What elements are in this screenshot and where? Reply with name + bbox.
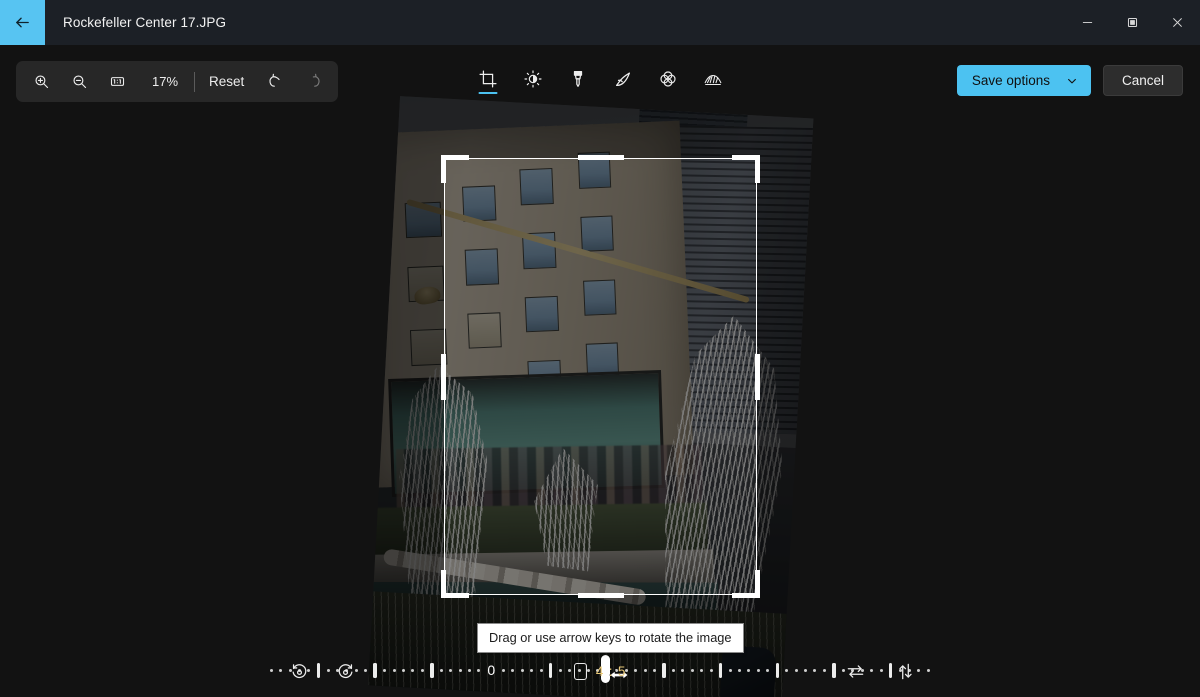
erase-icon <box>659 71 676 87</box>
maximize-icon <box>1127 17 1138 28</box>
flip-vertical-button[interactable] <box>888 654 922 688</box>
cancel-button[interactable]: Cancel <box>1102 65 1183 96</box>
crop-handle-bottom-left[interactable] <box>441 570 446 598</box>
portrait-rectangle-icon <box>573 662 587 680</box>
crop-handle-right[interactable] <box>755 353 760 400</box>
crop-handle-left[interactable] <box>441 353 446 400</box>
crop-selection-box[interactable] <box>441 155 760 598</box>
back-button[interactable] <box>0 0 45 45</box>
crop-handle-top-left[interactable] <box>441 155 446 183</box>
tab-active-indicator <box>478 91 497 94</box>
save-options-button[interactable]: Save options <box>956 65 1091 96</box>
window-controls <box>1065 0 1200 45</box>
minimize-button[interactable] <box>1065 0 1110 45</box>
crop-bottom-bar: 4 : 5 <box>0 645 1200 697</box>
flip-vertical-icon <box>898 663 912 679</box>
tab-markup[interactable] <box>563 60 592 100</box>
minimize-icon <box>1082 22 1093 23</box>
flip-horizontal-button[interactable] <box>838 654 872 688</box>
tab-crop[interactable] <box>473 60 502 100</box>
flip-buttons <box>838 654 922 688</box>
crop-handle-top-right[interactable] <box>755 155 760 183</box>
crop-handle-top[interactable] <box>577 155 624 160</box>
pen-eraser-icon <box>615 72 630 86</box>
crop-icon <box>478 70 497 88</box>
marker-icon <box>573 71 582 87</box>
photo-editor-window: Rockefeller Center 17.JPG Drag or use ar… <box>0 0 1200 697</box>
aspect-ratio-button[interactable]: 4 : 5 <box>564 658 636 685</box>
action-buttons: Save options Cancel <box>956 65 1183 96</box>
tab-adjustment[interactable] <box>518 60 547 100</box>
crop-shade-right <box>756 159 1200 594</box>
brightness-icon <box>523 70 542 88</box>
aspect-ratio-control: 4 : 5 <box>0 658 1200 685</box>
save-options-chevron[interactable] <box>1066 75 1078 87</box>
close-icon <box>1173 18 1182 27</box>
background-icon <box>704 74 721 86</box>
title-bar: Rockefeller Center 17.JPG <box>0 0 1200 45</box>
aspect-ratio-value: 4 : 5 <box>595 663 627 679</box>
tab-retouch[interactable] <box>608 60 637 100</box>
maximize-button[interactable] <box>1110 0 1155 45</box>
back-arrow-icon <box>16 17 29 28</box>
crop-handle-bottom-right[interactable] <box>755 570 760 598</box>
flip-horizontal-icon <box>847 664 863 678</box>
save-options-label: Save options <box>971 73 1050 88</box>
window-title: Rockefeller Center 17.JPG <box>63 15 227 30</box>
chevron-down-icon <box>1068 78 1076 83</box>
crop-shade-left <box>0 159 445 594</box>
tab-erase[interactable] <box>653 60 682 100</box>
tab-background[interactable] <box>698 60 727 100</box>
crop-handle-bottom[interactable] <box>577 593 624 598</box>
editor-canvas[interactable]: Drag or use arrow keys to rotate the ima… <box>0 45 1200 697</box>
close-button[interactable] <box>1155 0 1200 45</box>
